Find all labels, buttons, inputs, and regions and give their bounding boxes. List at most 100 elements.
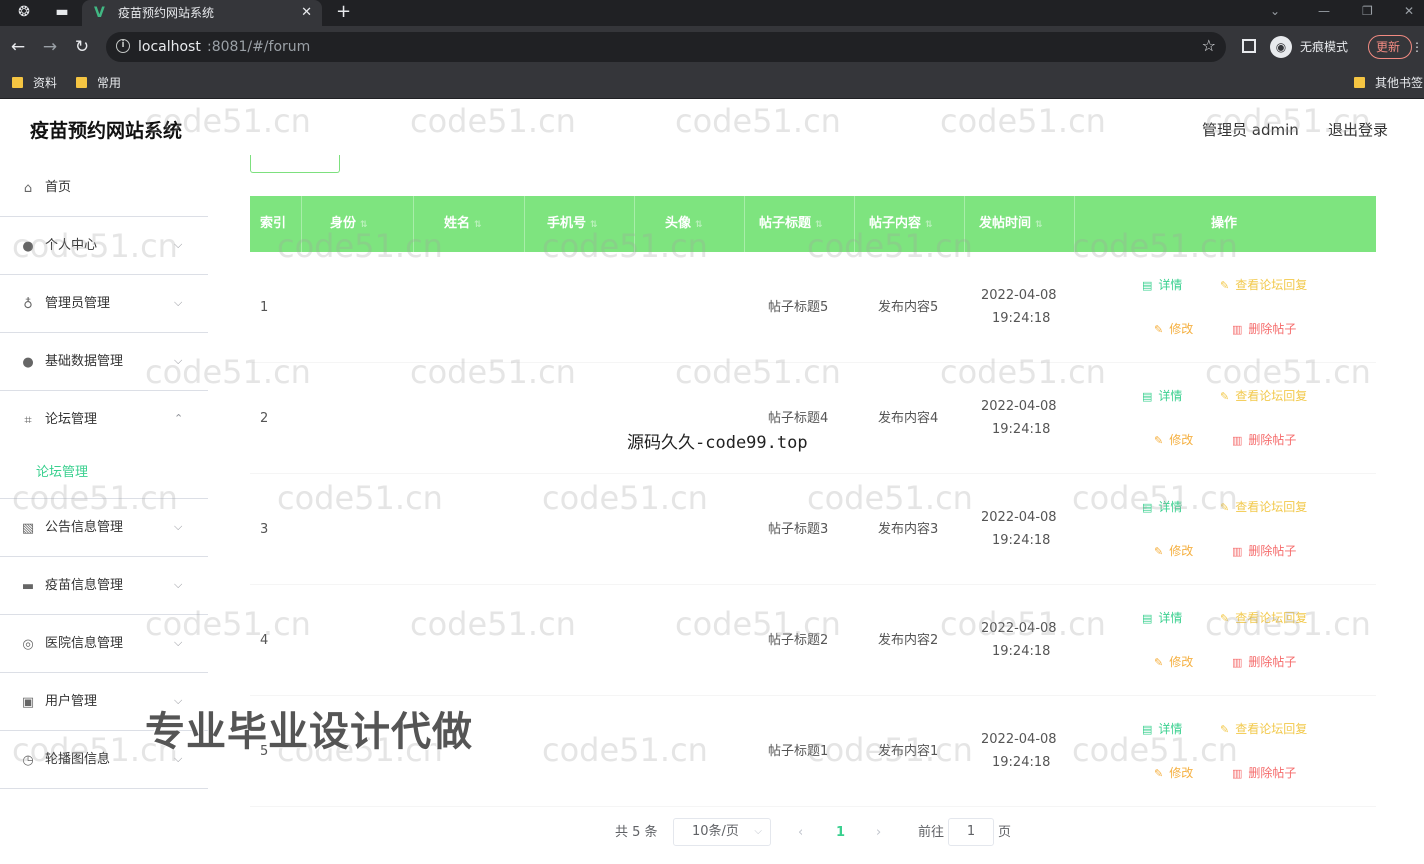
sidebar-item-notices[interactable]: ▧ 公告信息管理 ⌵ — [0, 499, 208, 557]
edit-button[interactable]: ✎ 修改 — [1154, 544, 1193, 559]
column-header-time[interactable]: 发帖时间 ⇅ — [965, 196, 1075, 252]
edit-button[interactable]: ✎ 修改 — [1154, 766, 1193, 781]
column-header-role[interactable]: 身份 ⇅ — [302, 196, 414, 252]
edit-icon: ✎ — [1220, 279, 1230, 292]
next-page-icon[interactable]: › — [876, 825, 881, 841]
view-replies-button[interactable]: ✎ 查看论坛回复 — [1220, 389, 1307, 404]
other-bookmarks[interactable]: 其他书签 — [1354, 75, 1423, 91]
forward-icon[interactable]: → — [40, 37, 60, 57]
sort-icon[interactable]: ⇅ — [695, 220, 703, 230]
edit-icon: ✎ — [1154, 434, 1164, 447]
cell-content: 发布内容2 — [878, 633, 939, 648]
table-header: 索引 身份 ⇅ 姓名 ⇅ 手机号 ⇅ 头像 ⇅ 帖子标题 ⇅ 帖子内容 ⇅ 发帖时间 ⇅ 操作 — [250, 196, 1376, 252]
sort-icon[interactable]: ⇅ — [360, 220, 368, 230]
detail-button[interactable]: ▤ 详情 — [1142, 722, 1182, 737]
edit-button[interactable]: ✎ 修改 — [1154, 655, 1193, 670]
cell-date: 2022-04-08 — [981, 510, 1057, 525]
site-info-icon[interactable]: i — [116, 39, 130, 53]
sidebar-item-label: 医院信息管理 — [45, 636, 124, 651]
close-window-icon[interactable]: ✕ — [1404, 3, 1414, 19]
cell-date: 2022-04-08 — [981, 288, 1057, 303]
sort-icon[interactable]: ⇅ — [925, 220, 933, 230]
admin-label: 管理员 admin — [1202, 121, 1299, 139]
cell-index: 4 — [260, 633, 269, 648]
url-host: localhost — [138, 39, 201, 55]
column-header-index[interactable]: 索引 — [250, 196, 302, 252]
sidebar-item-forum[interactable]: ⌗ 论坛管理 ⌃ — [0, 391, 208, 449]
browser-more-icon[interactable]: ⋮ — [1411, 36, 1423, 58]
detail-button[interactable]: ▤ 详情 — [1142, 500, 1182, 515]
back-icon[interactable]: ← — [8, 37, 28, 57]
trash-icon: ▥ — [1232, 323, 1243, 336]
update-button[interactable]: 更新 ⋮ — [1368, 35, 1423, 59]
cell-index: 1 — [260, 300, 269, 315]
edit-icon: ✎ — [1154, 323, 1164, 336]
view-replies-button[interactable]: ✎ 查看论坛回复 — [1220, 278, 1307, 293]
cell-date: 2022-04-08 — [981, 621, 1057, 636]
detail-button[interactable]: ▤ 详情 — [1142, 278, 1182, 293]
column-header-content[interactable]: 帖子内容 ⇅ — [855, 196, 965, 252]
document-icon: ▤ — [1142, 501, 1153, 514]
url-field[interactable]: i localhost :8081/#/forum ☆ — [106, 32, 1226, 62]
trash-icon: ▥ — [1232, 767, 1243, 780]
tab-search-icon[interactable]: ⌄ — [1270, 3, 1280, 19]
chevron-down-icon: ⌵ — [174, 636, 183, 649]
tab-close-icon[interactable]: ✕ — [301, 5, 312, 21]
view-replies-button[interactable]: ✎ 查看论坛回复 — [1220, 722, 1307, 737]
minimize-icon[interactable]: — — [1318, 3, 1330, 19]
sidebar-item-basic-data[interactable]: ● 基础数据管理 ⌵ — [0, 333, 208, 391]
delete-button[interactable]: ▥ 删除帖子 — [1232, 655, 1296, 670]
bookmark-star-icon[interactable]: ☆ — [1202, 37, 1216, 55]
sidebar-item-label: 疫苗信息管理 — [45, 578, 124, 593]
reload-icon[interactable]: ↻ — [72, 37, 92, 57]
browser-tab[interactable]: V 疫苗预约网站系统 ✕ — [82, 0, 322, 26]
sort-icon[interactable]: ⇅ — [1035, 220, 1043, 230]
view-replies-button[interactable]: ✎ 查看论坛回复 — [1220, 611, 1307, 626]
cell-date: 2022-04-08 — [981, 399, 1057, 414]
page-number-current[interactable]: 1 — [836, 825, 845, 841]
edit-button[interactable]: ✎ 修改 — [1154, 322, 1193, 337]
chevron-down-icon: ⌵ — [174, 354, 183, 367]
sort-icon[interactable]: ⇅ — [590, 220, 598, 230]
side-panel-icon[interactable] — [1242, 39, 1256, 53]
sort-icon[interactable]: ⇅ — [474, 220, 482, 230]
sidebar-item-label: 管理员管理 — [45, 296, 111, 311]
detail-button[interactable]: ▤ 详情 — [1142, 611, 1182, 626]
toolbar-button[interactable] — [250, 155, 340, 173]
delete-button[interactable]: ▥ 删除帖子 — [1232, 322, 1296, 337]
restore-icon[interactable]: ❐ — [1362, 3, 1373, 19]
sidebar-subitem-forum[interactable]: 论坛管理 — [0, 449, 208, 499]
document-icon: ▤ — [1142, 279, 1153, 292]
app-title: 疫苗预约网站系统 — [30, 120, 183, 142]
delete-button[interactable]: ▥ 删除帖子 — [1232, 544, 1296, 559]
page-size-select[interactable]: 10条/页 ⌵ — [673, 818, 771, 846]
cell-content: 发布内容3 — [878, 522, 939, 537]
sidebar-item-vaccines[interactable]: ▬ 疫苗信息管理 ⌵ — [0, 557, 208, 615]
view-replies-button[interactable]: ✎ 查看论坛回复 — [1220, 500, 1307, 515]
edit-button[interactable]: ✎ 修改 — [1154, 433, 1193, 448]
delete-button[interactable]: ▥ 删除帖子 — [1232, 766, 1296, 781]
new-tab-icon[interactable]: + — [336, 2, 351, 22]
goto-page-input[interactable]: 1 — [948, 818, 994, 846]
column-header-title[interactable]: 帖子标题 ⇅ — [745, 196, 855, 252]
sidebar-item-profile[interactable]: ● 个人中心 ⌵ — [0, 217, 208, 275]
sidebar-item-admins[interactable]: ♁ 管理员管理 ⌵ — [0, 275, 208, 333]
bookmarks-bar: 资料 常用 其他书签 — [0, 68, 1424, 99]
sidebar-item-hospitals[interactable]: ◎ 医院信息管理 ⌵ — [0, 615, 208, 673]
tab-list-icon[interactable]: ▬ — [54, 4, 70, 20]
bookmark-folder[interactable]: 常用 — [76, 75, 121, 91]
bookmark-folder[interactable]: 资料 — [12, 75, 57, 91]
sort-icon[interactable]: ⇅ — [815, 220, 823, 230]
column-header-avatar[interactable]: 头像 ⇅ — [635, 196, 745, 252]
cell-date: 2022-04-08 — [981, 732, 1057, 747]
delete-button[interactable]: ▥ 删除帖子 — [1232, 433, 1296, 448]
trash-icon: ▥ — [1232, 434, 1243, 447]
detail-button[interactable]: ▤ 详情 — [1142, 389, 1182, 404]
cell-index: 2 — [260, 411, 269, 426]
sidebar-item-home[interactable]: ⌂ 首页 — [0, 159, 208, 217]
prev-page-icon[interactable]: ‹ — [798, 825, 803, 841]
column-header-phone[interactable]: 手机号 ⇅ — [525, 196, 635, 252]
column-header-name[interactable]: 姓名 ⇅ — [414, 196, 525, 252]
browser-menu-icon[interactable]: ❂ — [16, 4, 32, 20]
logout-button[interactable]: 退出登录 — [1328, 121, 1388, 139]
